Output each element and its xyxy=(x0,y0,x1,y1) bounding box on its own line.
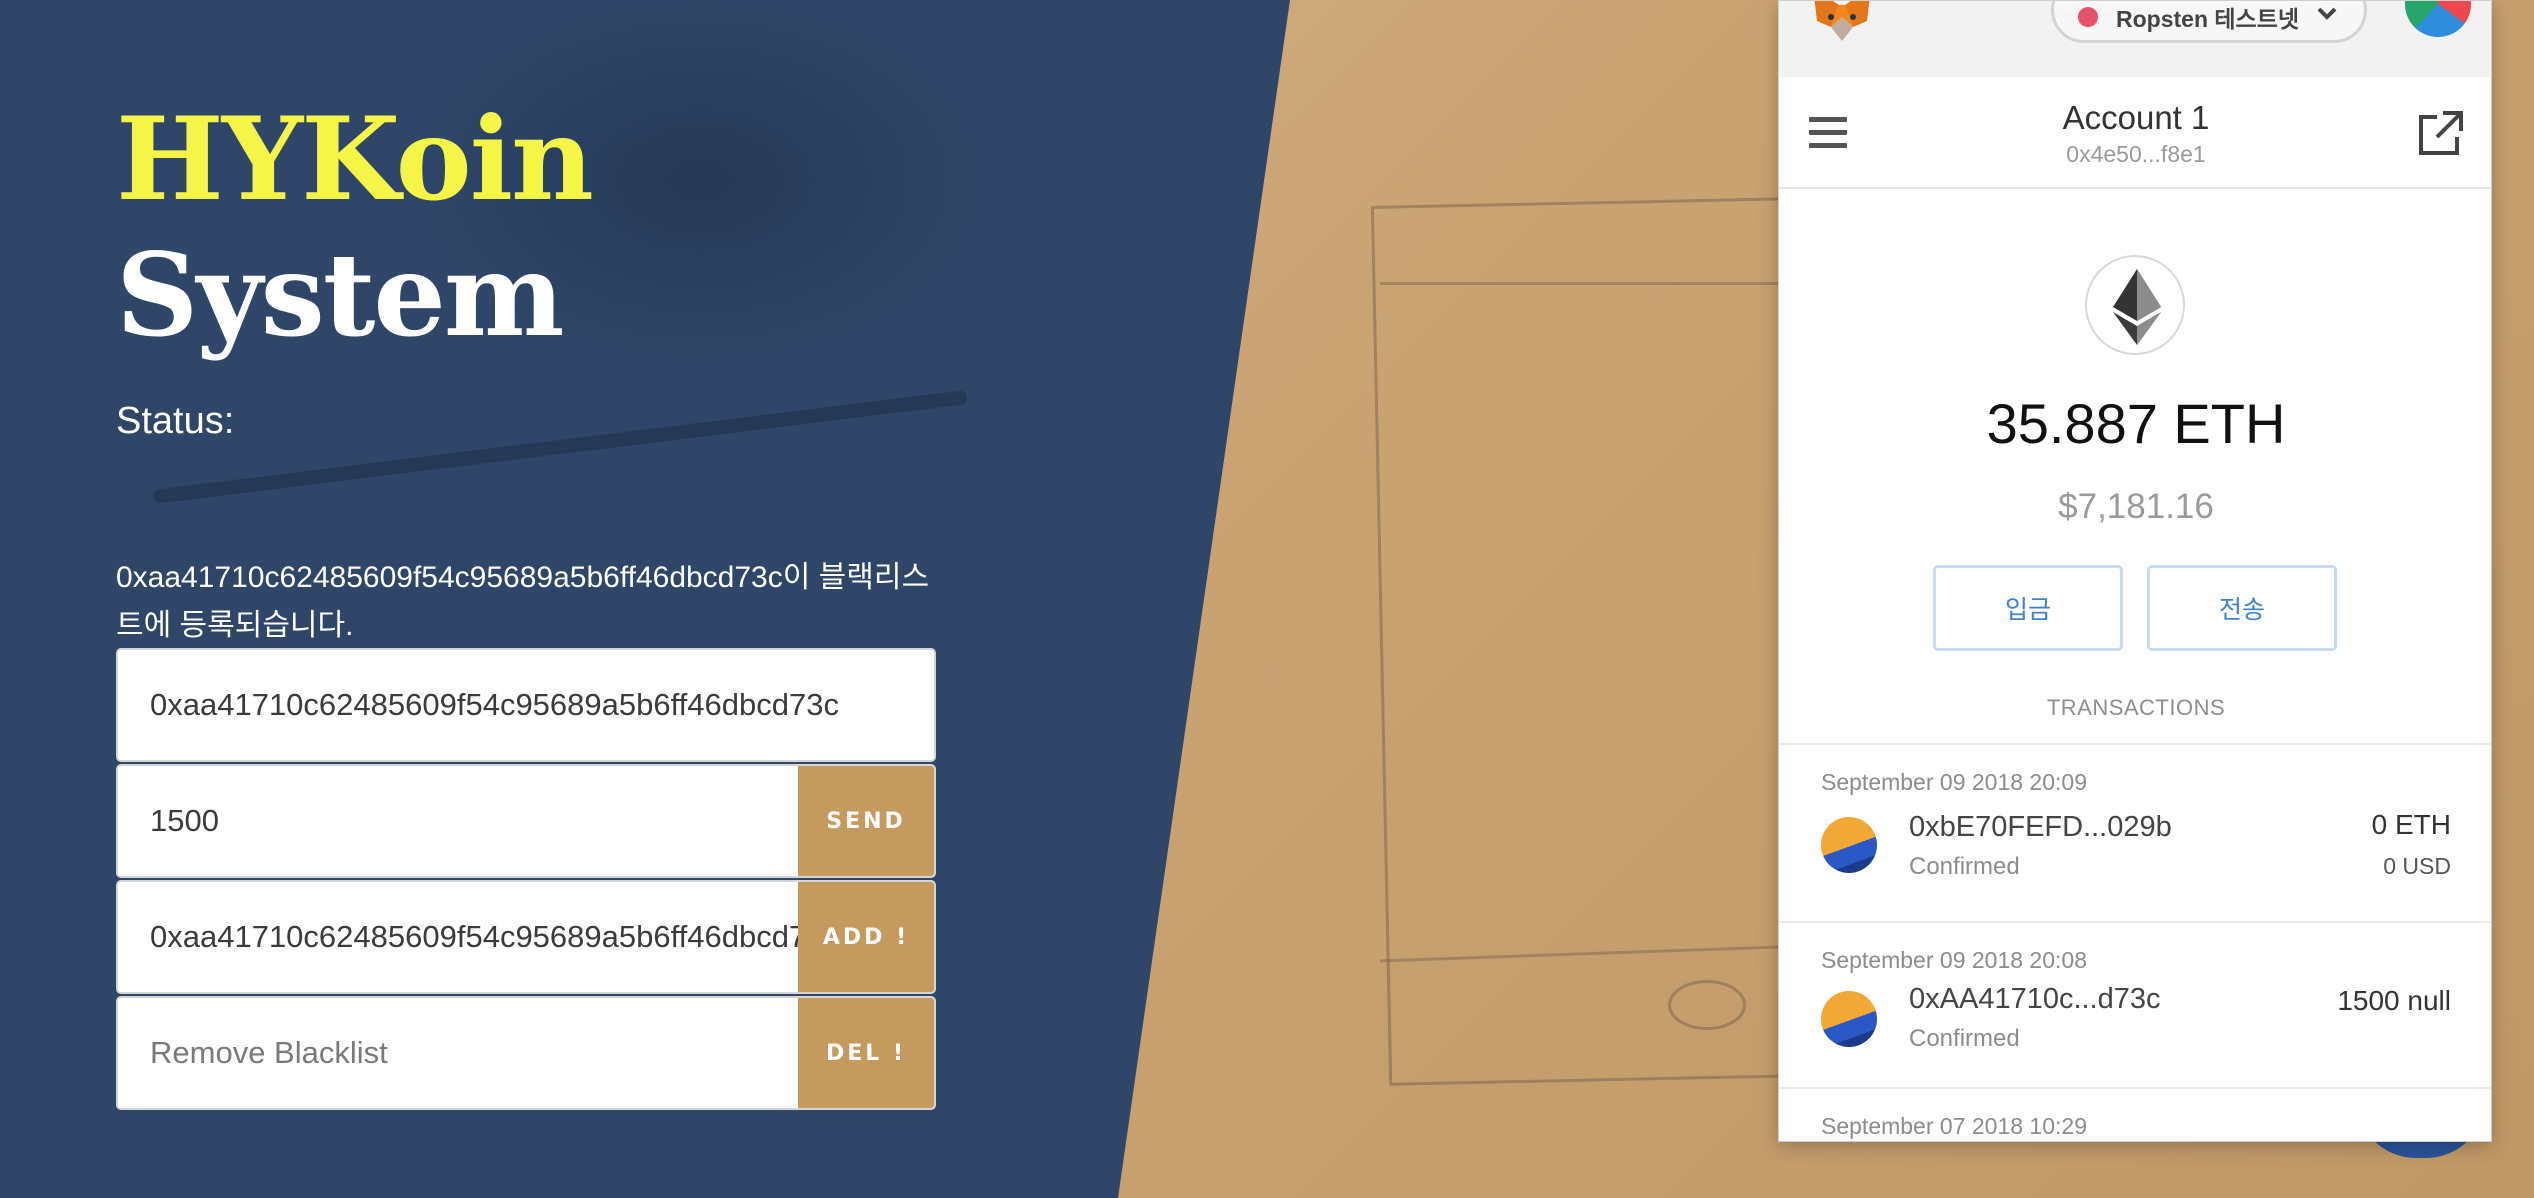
add-button[interactable]: ADD ! xyxy=(798,882,934,992)
metamask-popup: Ropsten 테스트넷 Account 1 0x4e50...f8e1 35.… xyxy=(1778,0,2492,1142)
network-name: Ropsten 테스트넷 xyxy=(2116,6,2300,32)
external-link-icon xyxy=(2419,111,2463,155)
tx-identicon xyxy=(1821,991,1877,1047)
tx-amount: 1500 null xyxy=(2337,985,2451,1016)
add-blacklist-row: 0xaa41710c62485609f54c95689a5b6ff46dbcd7… xyxy=(116,880,936,994)
amount-input[interactable]: 1500 xyxy=(118,803,798,839)
metamask-fox-icon xyxy=(1814,1,1870,41)
account-header: Account 1 0x4e50...f8e1 xyxy=(1779,77,2491,189)
tx-status: Confirmed xyxy=(1909,1025,2020,1052)
divider xyxy=(1779,921,2491,923)
fiat-balance: $7,181.16 xyxy=(2058,487,2214,526)
tx-amount: 0 ETH xyxy=(2371,809,2451,840)
tx-status: Confirmed xyxy=(1909,853,2020,880)
ethereum-icon xyxy=(2085,255,2185,355)
add-blacklist-input[interactable]: 0xaa41710c62485609f54c95689a5b6ff46dbcd7… xyxy=(118,919,798,955)
send-button[interactable]: SEND xyxy=(798,766,934,876)
divider xyxy=(1779,743,2491,745)
eth-balance: 35.887 ETH xyxy=(1986,392,2286,455)
del-button[interactable]: DEL ! xyxy=(798,998,934,1108)
transactions-header: TRANSACTIONS xyxy=(2046,695,2226,720)
send-amount-row: 1500 SEND xyxy=(116,764,936,878)
remove-blacklist-input[interactable]: Remove Blacklist xyxy=(118,1035,798,1071)
tx-fiat: 0 USD xyxy=(2383,853,2451,879)
tx-date: September 09 2018 20:09 xyxy=(1821,769,2087,795)
divider xyxy=(1779,1087,2491,1089)
tx-date: September 07 2018 10:29 xyxy=(1821,1113,2087,1139)
tx-address[interactable]: 0xAA41710c...d73c xyxy=(1909,983,2161,1016)
tx-identicon xyxy=(1821,817,1877,873)
address-input-value: 0xaa41710c62485609f54c95689a5b6ff46dbcd7… xyxy=(150,687,839,722)
network-selector[interactable]: Ropsten 테스트넷 xyxy=(2051,1,2367,43)
deposit-button[interactable]: 입금 xyxy=(1933,565,2123,651)
address-input[interactable]: 0xaa41710c62485609f54c95689a5b6ff46dbcd7… xyxy=(116,648,936,762)
title-line-1: HYKoin xyxy=(116,92,594,226)
tx-address[interactable]: 0xbE70FEFD...029b xyxy=(1909,811,2172,844)
account-address[interactable]: 0x4e50...f8e1 xyxy=(1779,141,2491,168)
account-name[interactable]: Account 1 xyxy=(1779,99,2491,137)
tx-date: September 09 2018 20:08 xyxy=(1821,947,2087,973)
title-line-2: System xyxy=(116,228,565,362)
status-message: 0xaa41710c62485609f54c95689a5b6ff46dbcd7… xyxy=(116,561,930,642)
chevron-down-icon xyxy=(2317,7,2337,20)
paper-doodle xyxy=(1668,980,1746,1030)
send-eth-button[interactable]: 전송 xyxy=(2147,565,2337,651)
remove-blacklist-row: Remove Blacklist DEL ! xyxy=(116,996,936,1110)
status-label: Status: xyxy=(116,400,235,442)
network-status-dot xyxy=(2078,7,2098,27)
